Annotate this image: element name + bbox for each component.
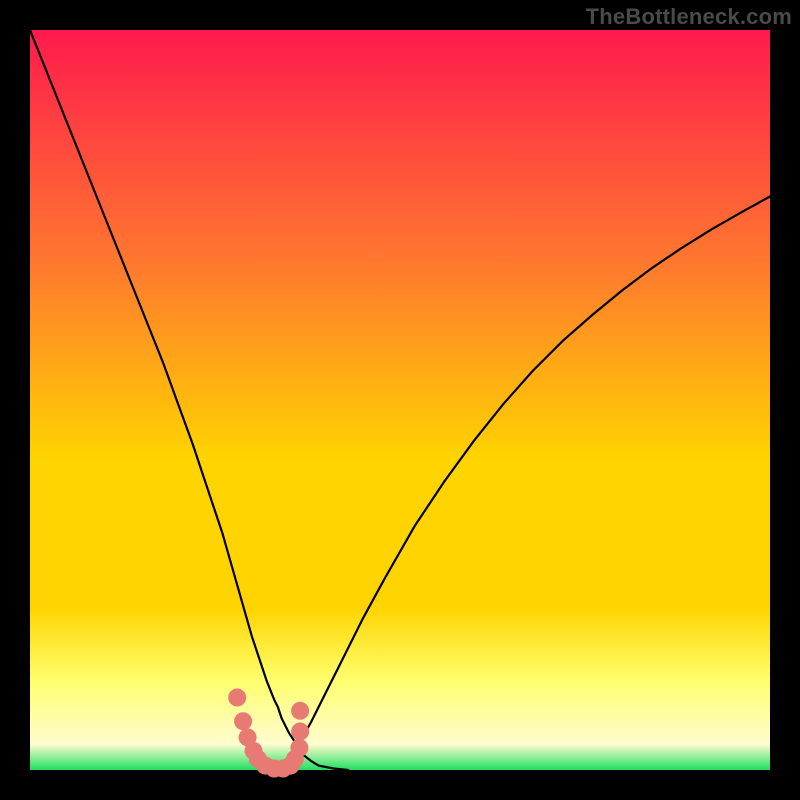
highlight-marker [228,689,246,707]
highlight-marker [291,723,309,741]
chart-frame: TheBottleneck.com [0,0,800,800]
watermark-text: TheBottleneck.com [586,4,792,30]
highlight-marker [234,712,252,730]
highlight-marker [291,702,309,720]
highlight-marker [290,739,308,757]
plot-background [30,30,770,770]
bottleneck-chart [0,0,800,800]
